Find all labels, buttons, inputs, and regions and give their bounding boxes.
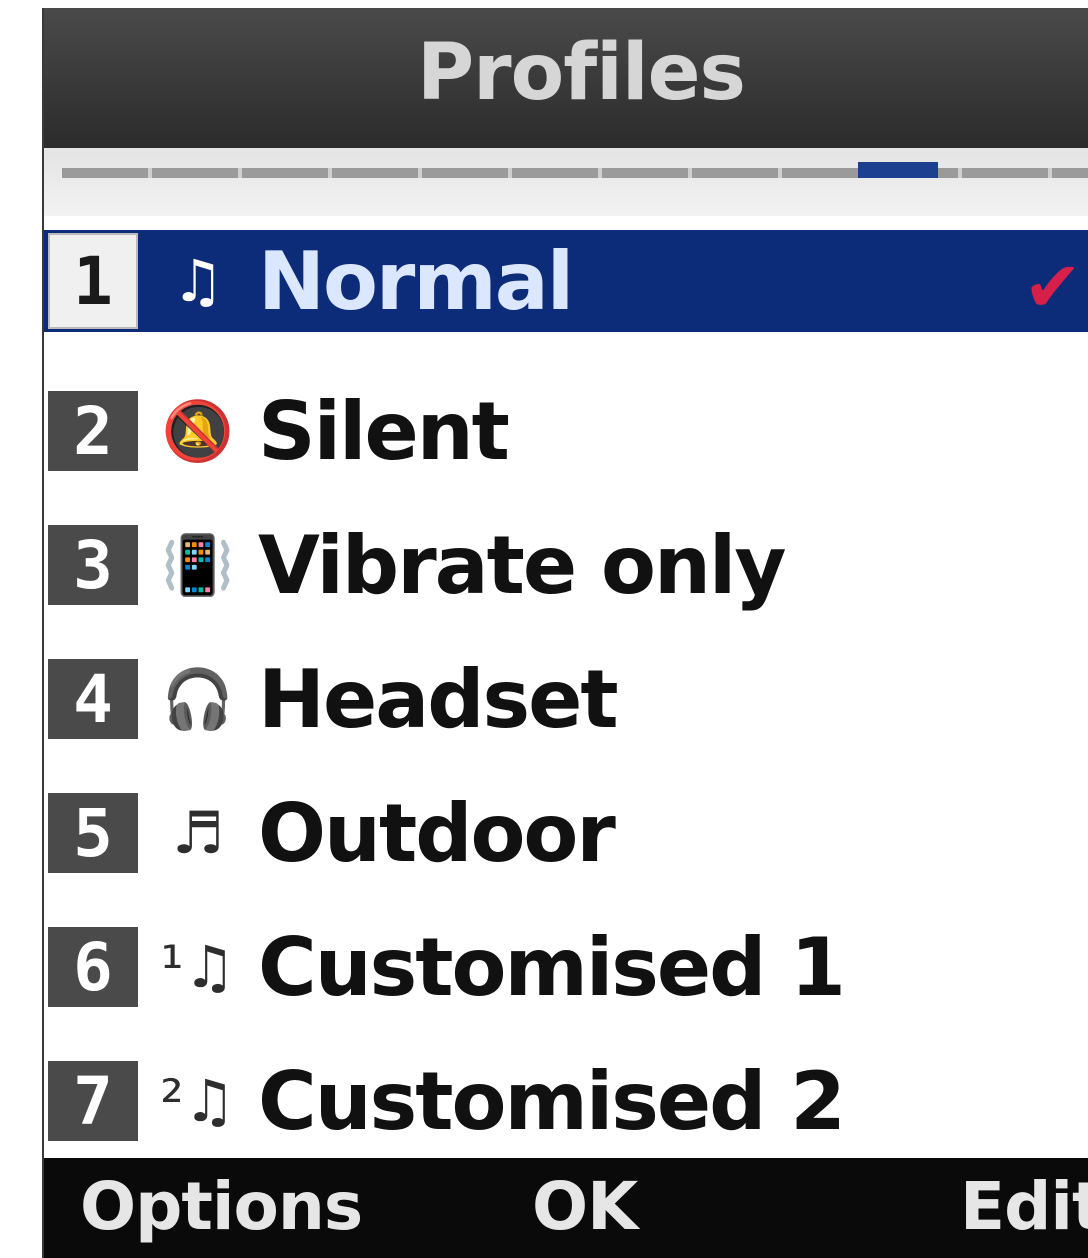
profile-item-customised-2[interactable]: 7 ²♫ Customised 2: [44, 1034, 1088, 1168]
tab-strip: [44, 148, 1088, 216]
item-number: 6: [48, 927, 138, 1007]
item-number: 5: [48, 793, 138, 873]
profile-label: Customised 2: [258, 1054, 846, 1148]
headset-icon: 🎧: [161, 664, 235, 733]
profile-label: Customised 1: [258, 920, 846, 1014]
profile-label: Headset: [258, 652, 619, 746]
profile-label: Outdoor: [258, 786, 616, 880]
softkey-bar: Options OK Edit: [44, 1158, 1088, 1258]
ok-softkey[interactable]: OK: [532, 1168, 638, 1245]
item-number: 4: [48, 659, 138, 739]
profile-item-headset[interactable]: 4 🎧 Headset: [44, 632, 1088, 766]
music-note-icon: ♫: [172, 247, 224, 315]
item-number: 7: [48, 1061, 138, 1141]
profile-label: Vibrate only: [258, 518, 786, 612]
item-number: 1: [48, 233, 138, 329]
muted-bell-icon: 🔕: [161, 396, 235, 465]
page-title: Profiles: [417, 28, 746, 118]
profile-item-customised-1[interactable]: 6 ¹♫ Customised 1: [44, 900, 1088, 1034]
item-number: 3: [48, 525, 138, 605]
custom-1-music-icon: ¹♫: [160, 933, 236, 1001]
profile-item-outdoor[interactable]: 5 ♬ Outdoor: [44, 766, 1088, 900]
profile-item-vibrate-only[interactable]: 3 📳 Vibrate only: [44, 498, 1088, 632]
custom-2-music-icon: ²♫: [160, 1067, 236, 1135]
checkmark-icon: ✔: [1023, 246, 1082, 328]
loud-music-icon: ♬: [172, 799, 224, 867]
item-number: 2: [48, 391, 138, 471]
phone-screen: Profiles 1 ♫ Normal ✔ 2 🔕 Silent 3 📳 Vib…: [44, 8, 1088, 1258]
title-bar: Profiles: [44, 8, 1088, 148]
active-tab-indicator: [858, 162, 938, 178]
profile-item-normal[interactable]: 1 ♫ Normal ✔: [44, 230, 1088, 332]
profile-list: 1 ♫ Normal ✔ 2 🔕 Silent 3 📳 Vibrate only…: [44, 230, 1088, 1168]
edit-softkey[interactable]: Edit: [960, 1168, 1088, 1245]
vibrate-phone-icon: 📳: [161, 530, 235, 599]
screen-bezel: [0, 0, 44, 1258]
options-softkey[interactable]: Options: [80, 1168, 363, 1245]
profile-label: Silent: [258, 384, 510, 478]
profile-item-silent[interactable]: 2 🔕 Silent: [44, 364, 1088, 498]
profile-label: Normal: [258, 234, 574, 328]
